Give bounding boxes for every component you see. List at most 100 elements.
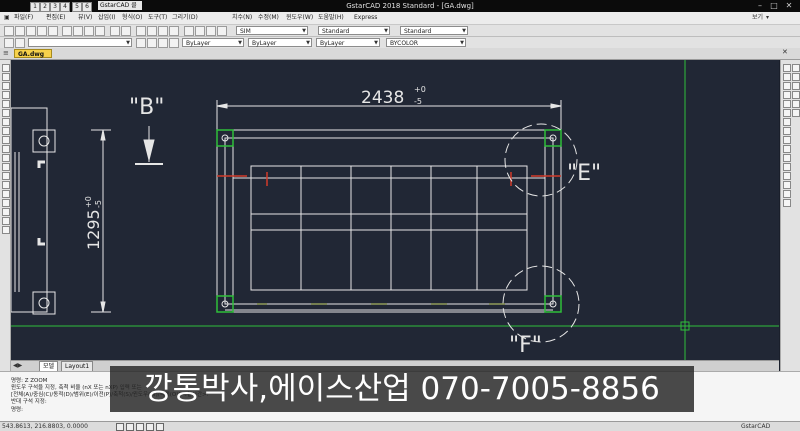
menu-dimension[interactable]: 치수(N)	[232, 13, 252, 23]
preview-icon[interactable]	[48, 26, 58, 36]
quick-access-button-6[interactable]: 6	[82, 2, 92, 12]
line-icon[interactable]	[2, 64, 10, 72]
pan-icon[interactable]	[136, 26, 146, 36]
menu-modify[interactable]: 수정(M)	[258, 13, 279, 23]
erase-icon[interactable]	[783, 64, 791, 72]
angular-dim-icon[interactable]	[792, 100, 800, 108]
scale-icon[interactable]	[783, 127, 791, 135]
quick-access-button-2[interactable]: 2	[40, 2, 50, 12]
layer-previous-icon[interactable]	[147, 38, 157, 48]
table-icon[interactable]	[2, 217, 10, 225]
drawing-canvas[interactable]: 1295 +0 -5 "B" 2438 +0 -5 "E" "F"	[11, 60, 779, 360]
plot-style-combo[interactable]: BYCOLOR ▼	[386, 38, 466, 47]
tab-menu-icon[interactable]: ≡	[3, 49, 9, 57]
color-combo[interactable]: ByLayer ▼	[182, 38, 244, 47]
view-menu-arrow-icon[interactable]: ▾	[766, 13, 769, 23]
insert-block-icon[interactable]	[2, 163, 10, 171]
offset-icon[interactable]	[783, 91, 791, 99]
aligned-dim-icon[interactable]	[792, 73, 800, 81]
properties-icon[interactable]	[184, 26, 194, 36]
minimize-icon[interactable]: –	[754, 1, 766, 10]
diameter-dim-icon[interactable]	[792, 91, 800, 99]
region-icon[interactable]	[2, 208, 10, 216]
stretch-icon[interactable]	[783, 136, 791, 144]
maximize-icon[interactable]: □	[768, 1, 780, 10]
circle-icon[interactable]	[2, 118, 10, 126]
redo-icon[interactable]	[121, 26, 131, 36]
layer-unisolate-icon[interactable]	[169, 38, 179, 48]
radius-dim-icon[interactable]	[792, 82, 800, 90]
rotate-icon[interactable]	[783, 118, 791, 126]
leader-icon[interactable]	[792, 109, 800, 117]
array-icon[interactable]	[783, 100, 791, 108]
make-block-icon[interactable]	[2, 172, 10, 180]
menu-format[interactable]: 형식(O)	[122, 13, 142, 23]
menu-help[interactable]: 도움말(H)	[318, 13, 344, 23]
extend-icon[interactable]	[783, 154, 791, 162]
tab-scroll-icon[interactable]: ◀▶	[13, 361, 22, 370]
workspace-select[interactable]: GstarCAD 클래식	[98, 1, 142, 18]
ellipse-arc-icon[interactable]	[2, 154, 10, 162]
mtext-icon[interactable]	[2, 226, 10, 234]
new-file-icon[interactable]	[4, 26, 14, 36]
command-prompt[interactable]: 명령:	[11, 407, 23, 414]
quick-access-button-3[interactable]: 3	[50, 2, 60, 12]
copy-object-icon[interactable]	[783, 73, 791, 81]
revcloud-icon[interactable]	[2, 127, 10, 135]
xline-icon[interactable]	[2, 73, 10, 81]
arc-icon[interactable]	[2, 109, 10, 117]
quick-access-button-1[interactable]: 1	[30, 2, 40, 12]
menu-express[interactable]: Express	[354, 13, 377, 23]
chamfer-icon[interactable]	[783, 181, 791, 189]
linear-dim-icon[interactable]	[792, 64, 800, 72]
spline-icon[interactable]	[2, 136, 10, 144]
app-menu-icon[interactable]: ▣	[4, 13, 10, 23]
polygon-icon[interactable]	[2, 91, 10, 99]
trim-icon[interactable]	[783, 145, 791, 153]
open-file-icon[interactable]	[15, 26, 25, 36]
lineweight-combo[interactable]: ByLayer ▼	[316, 38, 380, 47]
dim-style-combo[interactable]: Standard ▼	[400, 26, 468, 35]
close-icon[interactable]: ✕	[783, 1, 795, 10]
linetype-combo[interactable]: ByLayer ▼	[248, 38, 312, 47]
match-properties-icon[interactable]	[95, 26, 105, 36]
hatch-icon[interactable]	[2, 190, 10, 198]
mirror-icon[interactable]	[783, 82, 791, 90]
save-icon[interactable]	[26, 26, 36, 36]
make-current-layer-icon[interactable]	[136, 38, 146, 48]
layer-combo[interactable]: ▼	[28, 38, 132, 47]
tool-palette-icon[interactable]	[206, 26, 216, 36]
help-icon[interactable]	[217, 26, 227, 36]
menu-edit[interactable]: 편집(E)	[46, 13, 66, 23]
print-icon[interactable]	[37, 26, 47, 36]
menu-view[interactable]: 뷰(V)	[78, 13, 92, 23]
fillet-icon[interactable]	[783, 190, 791, 198]
gradient-icon[interactable]	[2, 199, 10, 207]
menu-file[interactable]: 파일(F)	[14, 13, 33, 23]
menu-tools[interactable]: 도구(T)	[148, 13, 167, 23]
annotation-style-combo[interactable]: SIM ▼	[236, 26, 308, 35]
menu-window[interactable]: 윈도우(W)	[286, 13, 313, 23]
cut-icon[interactable]	[62, 26, 72, 36]
point-icon[interactable]	[2, 181, 10, 189]
zoom-previous-icon[interactable]	[169, 26, 179, 36]
zoom-window-icon[interactable]	[158, 26, 168, 36]
paste-icon[interactable]	[84, 26, 94, 36]
menu-draw[interactable]: 그리기(D)	[172, 13, 198, 23]
undo-icon[interactable]	[110, 26, 120, 36]
quick-access-button-5[interactable]: 5	[72, 2, 82, 12]
close-tab-icon[interactable]: ✕	[782, 48, 788, 56]
layer-isolate-icon[interactable]	[158, 38, 168, 48]
layer-state-icon[interactable]	[15, 38, 25, 48]
ellipse-icon[interactable]	[2, 145, 10, 153]
move-icon[interactable]	[783, 109, 791, 117]
menu-insert[interactable]: 삽입(I)	[98, 13, 116, 23]
tab-ga-dwg[interactable]: GA.dwg	[14, 49, 52, 58]
copy-icon[interactable]	[73, 26, 83, 36]
view-menu[interactable]: 보기	[752, 13, 763, 23]
zoom-realtime-icon[interactable]	[147, 26, 157, 36]
text-style-combo[interactable]: Standard ▼	[318, 26, 390, 35]
design-center-icon[interactable]	[195, 26, 205, 36]
polyline-icon[interactable]	[2, 82, 10, 90]
break-icon[interactable]	[783, 163, 791, 171]
